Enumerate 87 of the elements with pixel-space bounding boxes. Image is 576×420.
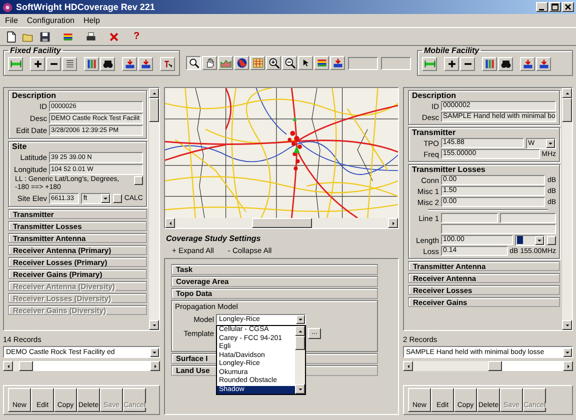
zoom-in-button[interactable] — [266, 56, 281, 70]
readout-field — [381, 56, 411, 70]
readout-field — [348, 56, 378, 70]
scroll-down-icon[interactable] — [150, 322, 158, 328]
arrow-button[interactable] — [160, 57, 175, 71]
section-title: Coverage Study Settings — [166, 234, 262, 243]
hand-button[interactable] — [202, 56, 217, 70]
caret-icon — [150, 348, 159, 356]
bar-chart-button[interactable] — [482, 57, 497, 71]
binoculars-icon — [102, 58, 114, 70]
ruler-button[interactable] — [422, 57, 437, 71]
color-bars-icon — [62, 30, 74, 42]
minus-button[interactable] — [460, 57, 475, 71]
area-chart-button[interactable] — [218, 56, 233, 70]
caret-icon — [101, 194, 110, 203]
caret-icon — [563, 348, 572, 356]
color-bars-button[interactable] — [314, 56, 329, 70]
maximize-icon — [551, 3, 559, 11]
small-button[interactable] — [113, 194, 122, 203]
horizontal-scrollbar[interactable] — [3, 361, 160, 371]
grid-button[interactable] — [250, 56, 265, 70]
tray-arrow-button[interactable] — [536, 57, 551, 71]
pointer-button[interactable] — [298, 56, 313, 70]
small-button[interactable] — [134, 176, 143, 185]
group-title: Fixed Facility — [9, 46, 62, 55]
app-icon — [2, 2, 13, 12]
section-title: Description — [412, 91, 458, 100]
maximize-button[interactable] — [549, 2, 561, 12]
caret-icon — [535, 236, 544, 244]
vertical-scrollbar[interactable] — [149, 88, 159, 330]
minus-button[interactable] — [46, 57, 61, 71]
bar-chart-button[interactable] — [84, 57, 99, 71]
close-button[interactable] — [562, 2, 574, 12]
tray-arrow-button[interactable] — [122, 57, 137, 71]
minimize-button[interactable] — [536, 2, 548, 12]
ruler-button[interactable] — [8, 57, 23, 71]
plus-button[interactable] — [444, 57, 459, 71]
binoculars-button[interactable] — [498, 57, 513, 71]
tray-arrow-button[interactable] — [520, 57, 535, 71]
menu-item[interactable]: File — [5, 16, 18, 25]
scroll-track[interactable] — [13, 361, 19, 371]
scroll-right-icon[interactable] — [564, 362, 572, 370]
scroll-thumb[interactable] — [295, 336, 305, 350]
tray-arrow-button[interactable] — [138, 57, 153, 71]
text-field[interactable] — [500, 213, 556, 223]
globe-button[interactable] — [234, 56, 249, 70]
color-bars-icon — [316, 57, 328, 69]
vertical-scrollbar[interactable] — [562, 88, 572, 330]
binoculars-button[interactable] — [100, 57, 115, 71]
scroll-thumb[interactable] — [562, 98, 572, 122]
printer-icon — [84, 30, 96, 42]
search-button[interactable] — [186, 56, 201, 70]
small-button[interactable] — [547, 236, 556, 244]
scroll-thumb[interactable] — [149, 98, 159, 122]
close-icon — [564, 3, 572, 11]
scroll-thumb[interactable] — [252, 218, 312, 228]
text-field[interactable] — [441, 213, 498, 223]
plus-button[interactable] — [30, 57, 45, 71]
bar-chart-icon — [86, 58, 98, 70]
scroll-down-icon[interactable] — [564, 322, 570, 328]
list-button[interactable] — [62, 57, 77, 71]
scroll-right-icon[interactable] — [152, 362, 158, 370]
text-field[interactable] — [441, 224, 556, 234]
scroll-thumb[interactable] — [19, 361, 33, 371]
scroll-thumb[interactable] — [488, 361, 502, 371]
binoculars-icon — [500, 58, 512, 70]
window-title: SoftWright HDCoverage Rev 221 — [16, 2, 155, 12]
section-title: Site — [12, 142, 28, 151]
section-title: Description — [12, 91, 58, 100]
floppy-disk-button[interactable] — [37, 30, 52, 44]
menu-item[interactable]: Help — [83, 16, 100, 25]
vertical-scrollbar[interactable] — [295, 326, 305, 394]
globe-icon — [236, 57, 248, 69]
horizontal-scrollbar[interactable] — [165, 218, 398, 228]
section-title: Transmitter Losses — [412, 165, 486, 174]
tray-arrow-button[interactable] — [330, 56, 345, 70]
section-title: Transmitter — [412, 128, 457, 137]
menu-item[interactable]: Configuration — [26, 16, 74, 25]
caret-icon — [546, 138, 555, 148]
grid-icon — [252, 57, 264, 69]
zoom-out-button[interactable] — [282, 56, 297, 70]
unit-dropdown[interactable] — [515, 234, 545, 246]
horizontal-scrollbar[interactable] — [403, 361, 573, 371]
scroll-down-icon[interactable] — [296, 386, 304, 392]
new-document-icon — [4, 30, 16, 42]
group-title: Mobile Facility — [423, 46, 480, 55]
bar-chart-icon — [484, 58, 496, 70]
